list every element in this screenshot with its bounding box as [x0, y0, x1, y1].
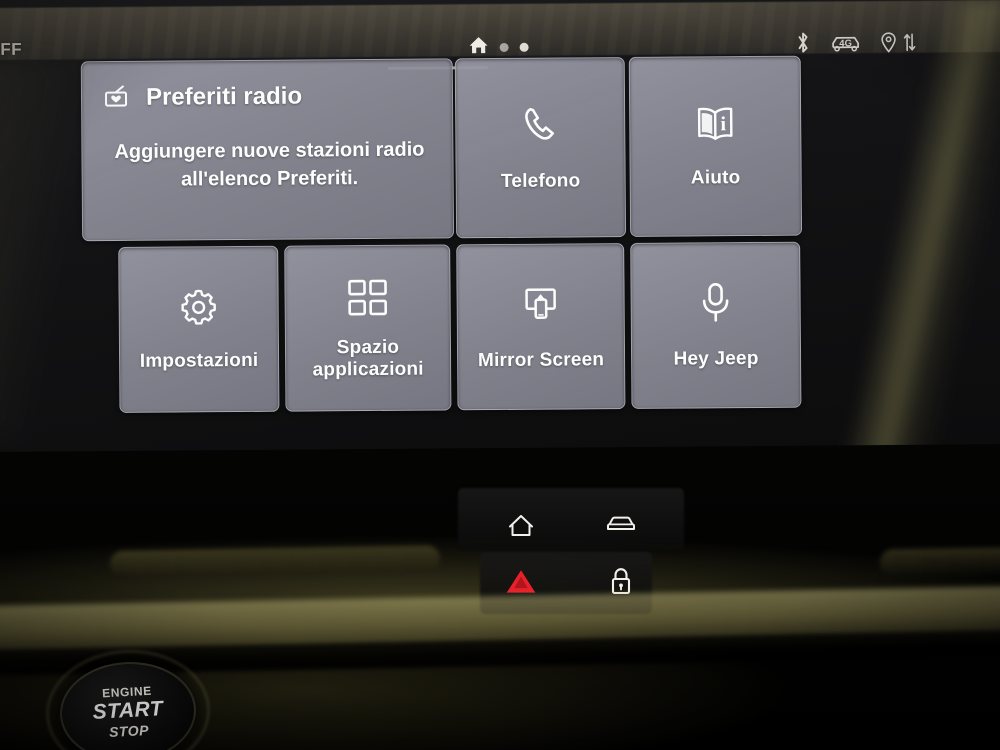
help-book-icon: i: [691, 103, 739, 145]
svg-text:i: i: [720, 113, 726, 135]
radio-tile-body: Aggiungere nuove stazioni radio all'elen…: [104, 110, 435, 223]
radio-favorites-icon: [104, 85, 134, 111]
radio-tile-message: Aggiungere nuove stazioni radio all'elen…: [114, 138, 425, 191]
tile-aiuto[interactable]: i Aiuto: [628, 55, 803, 237]
tile-impostazioni[interactable]: Impostazioni: [118, 245, 280, 413]
tile-spazio-applicazioni[interactable]: Spazio applicazioni: [284, 244, 452, 412]
engine-label-line2: START: [92, 697, 164, 724]
tile-hey-jeep[interactable]: Hey Jeep: [630, 241, 802, 409]
tile-label: Spazio applicazioni: [312, 336, 424, 381]
hard-button-vehicle[interactable]: [604, 508, 638, 542]
hard-button-home[interactable]: [504, 508, 538, 542]
radio-tile-header: Preferiti radio: [104, 82, 434, 113]
home-tile-grid: Preferiti radio Aggiungere nuove stazion…: [0, 0, 1000, 452]
tile-preferiti-radio[interactable]: Preferiti radio Aggiungere nuove stazion…: [80, 58, 455, 242]
phone-icon: [517, 102, 563, 148]
infotainment-screen[interactable]: OFF 4G Preferiti radio Aggiungere nuove …: [0, 0, 1000, 452]
console-trim-right: [879, 546, 1000, 576]
screenshot-root: OFF 4G Preferiti radio Aggiungere nuove …: [0, 0, 1000, 750]
hard-button-hazard[interactable]: [504, 564, 538, 598]
tile-label: Hey Jeep: [673, 347, 759, 370]
hard-button-row-upper: [504, 508, 638, 542]
tile-label: Mirror Screen: [477, 348, 605, 371]
tile-mirror-screen[interactable]: Mirror Screen: [456, 243, 626, 411]
gear-icon: [177, 286, 219, 328]
radio-tile-title: Preferiti radio: [145, 82, 303, 111]
screen-cast-icon: [517, 281, 563, 327]
tile-label: Aiuto: [690, 166, 741, 189]
tile-label: Telefono: [500, 170, 581, 192]
tile-label: Impostazioni: [139, 349, 259, 372]
engine-label-line3: STOP: [108, 721, 150, 741]
microphone-icon: [696, 280, 734, 326]
app-grid-icon: [344, 274, 390, 320]
tile-telefono[interactable]: Telefono: [454, 57, 627, 239]
